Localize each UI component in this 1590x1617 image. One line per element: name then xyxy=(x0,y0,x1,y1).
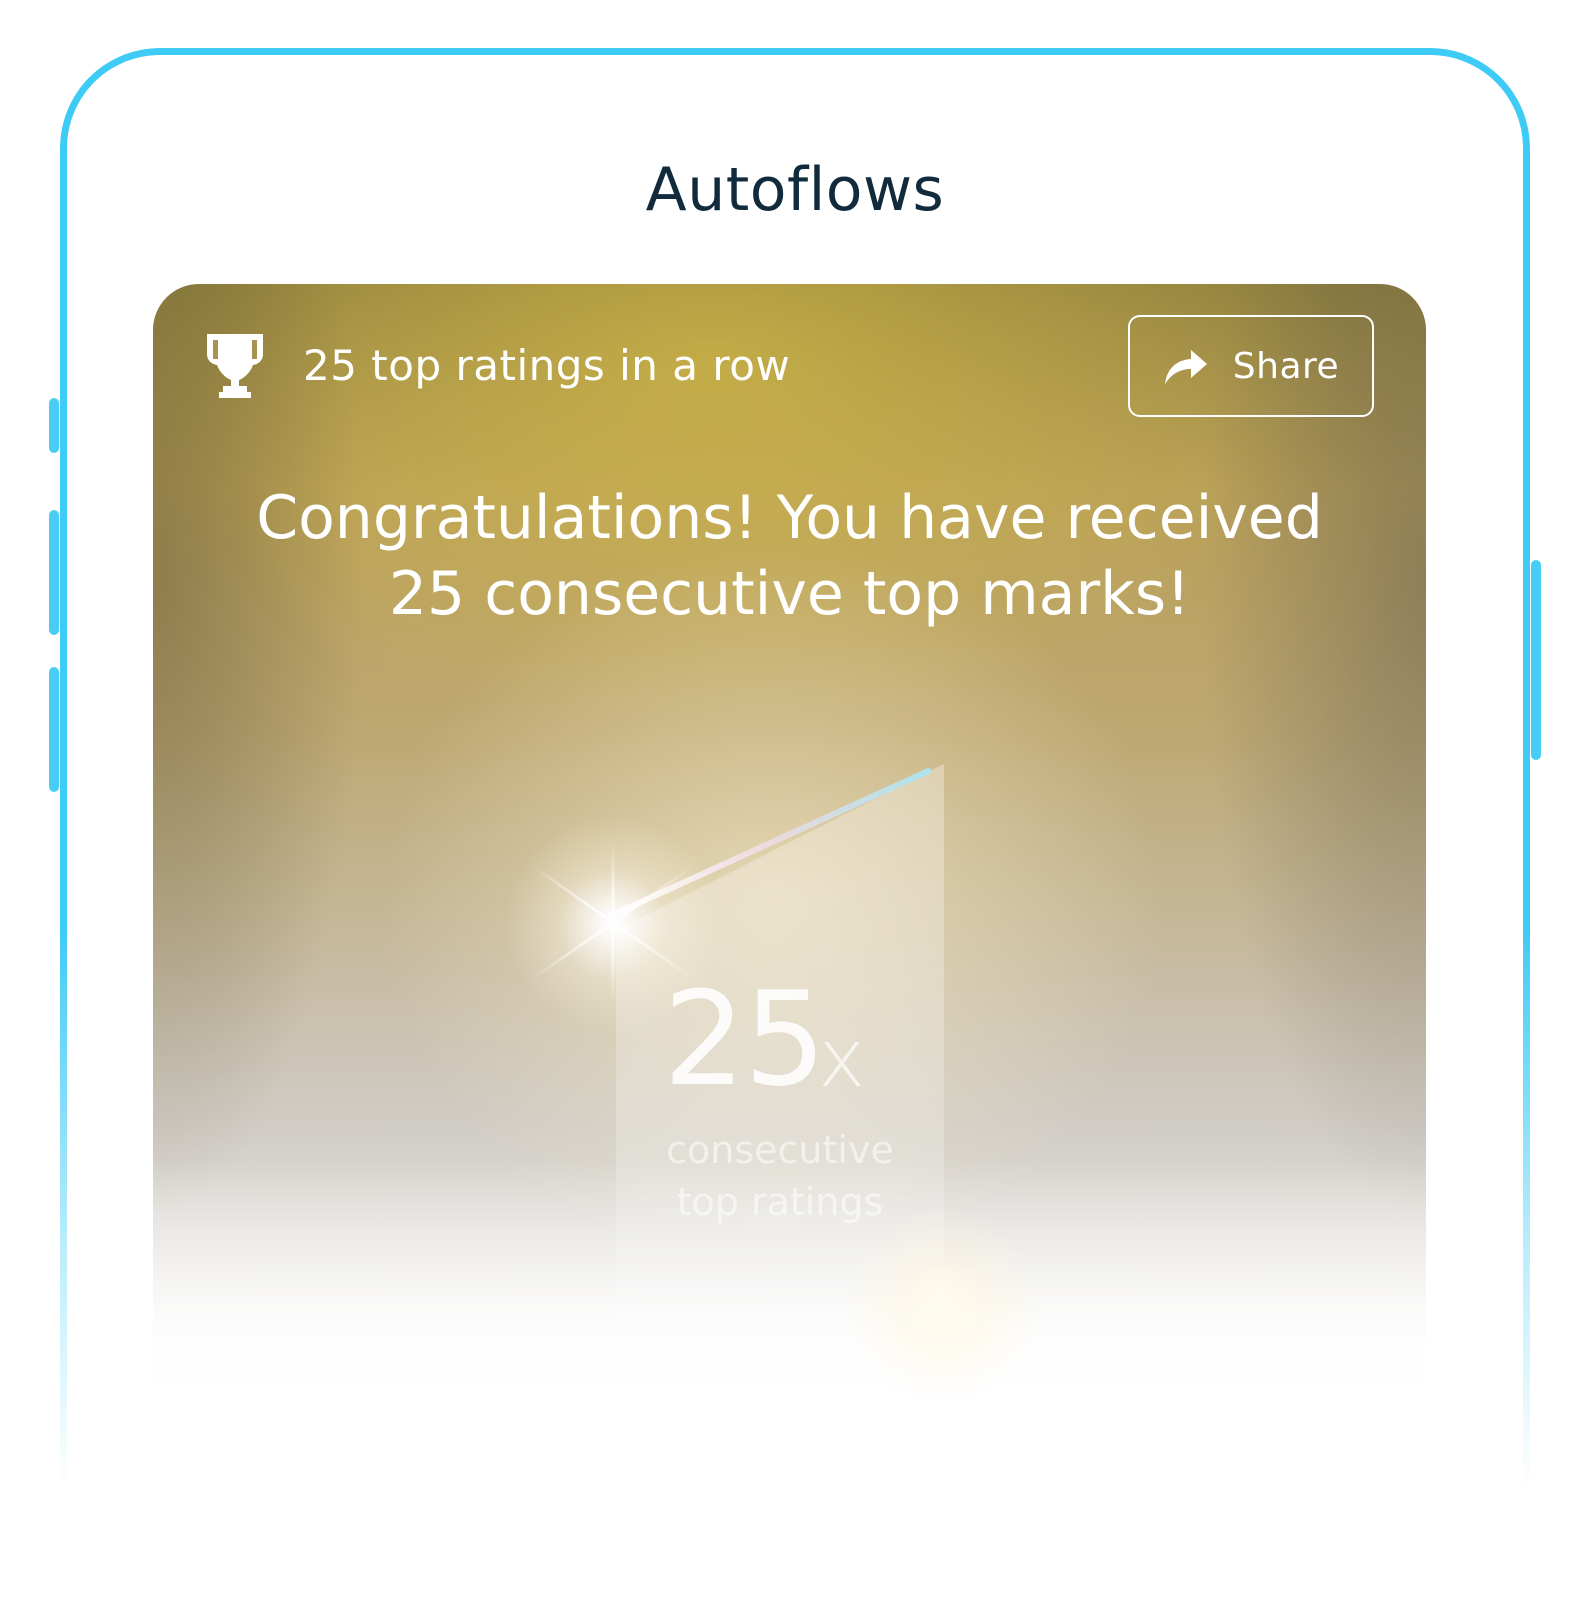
congratulations-line: 25 consecutive top marks! xyxy=(388,559,1191,629)
screen: Autoflows 25 top ratings in a row Share … xyxy=(0,0,1590,1617)
trophy-caption-line: top ratings xyxy=(676,1180,884,1224)
trophy-caption-line: consecutive xyxy=(666,1128,894,1172)
trophy-caption: consecutive top ratings xyxy=(616,1124,944,1228)
phone-side-button xyxy=(1531,560,1541,760)
app-title: Autoflows xyxy=(645,155,945,225)
phone-side-button xyxy=(49,510,59,635)
phone-side-button xyxy=(49,667,59,792)
achievement-badge: 25 top ratings in a row xyxy=(201,330,790,400)
light-flare xyxy=(843,1204,1043,1404)
share-arrow-icon xyxy=(1164,350,1207,384)
achievement-badge-label: 25 top ratings in a row xyxy=(303,340,791,390)
trophy-icon xyxy=(207,334,263,398)
phone-side-button xyxy=(49,398,59,453)
share-button-label: Share xyxy=(1232,345,1340,387)
achievement-card: 25 top ratings in a row Share Congratula… xyxy=(153,284,1426,1420)
trophy-multiplier: x xyxy=(818,1012,866,1105)
light-flare-ray xyxy=(611,842,615,1003)
glass-trophy-illustration xyxy=(153,284,1426,1420)
congratulations-line: Congratulations! You have received xyxy=(256,483,1323,553)
share-button[interactable]: Share xyxy=(1128,315,1374,417)
trophy-count: 25 xyxy=(663,963,826,1115)
congratulations-message: Congratulations! You have received 25 co… xyxy=(153,480,1426,632)
